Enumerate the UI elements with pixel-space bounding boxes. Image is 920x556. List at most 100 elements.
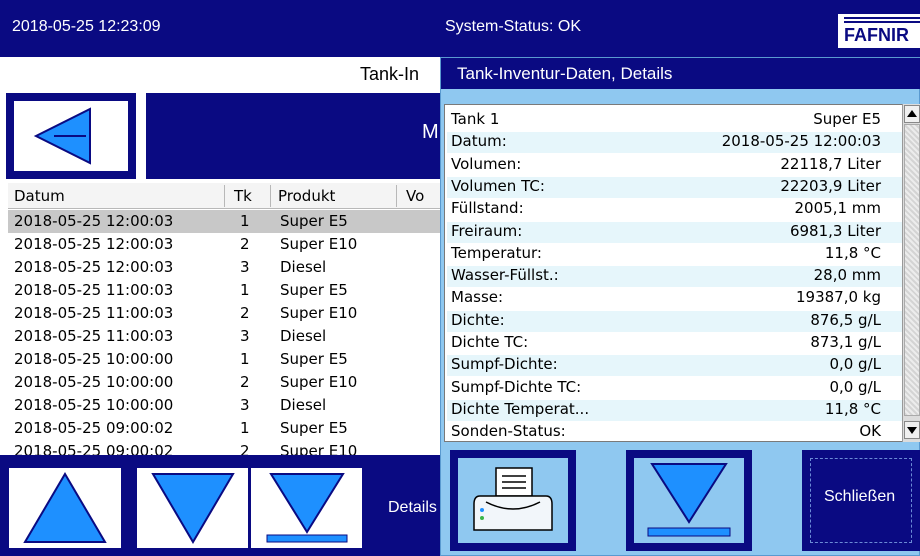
detail-value: 11,8 °C — [824, 243, 881, 262]
details-button[interactable]: Details — [362, 465, 452, 551]
detail-row: Wasser-Füllst.: 28,0 mm — [447, 266, 903, 288]
cell-produkt: Super E10 — [280, 373, 358, 391]
detail-row: Volumen TC: 22203,9 Liter — [447, 176, 903, 198]
detail-label: Volumen: — [451, 154, 522, 173]
back-arrow-icon — [33, 107, 91, 165]
detail-value: 22203,9 Liter — [780, 176, 881, 195]
detail-value: 2005,1 mm — [794, 199, 881, 218]
detail-row: Tank 1 Super E5 — [447, 110, 903, 131]
detail-row: Dichte TC: 873,1 g/L — [447, 333, 903, 354]
detail-value: 0,0 g/L — [829, 377, 881, 396]
table-row[interactable]: 2018-05-25 09:00:02 2 Super E10 — [8, 440, 448, 455]
detail-label: Tank 1 — [451, 110, 500, 128]
table-row[interactable]: 2018-05-25 12:00:03 3 Diesel — [8, 256, 448, 279]
detail-value: 2018-05-25 12:00:03 — [721, 132, 881, 151]
detail-value: 22118,7 Liter — [780, 154, 881, 173]
cell-tk: 3 — [240, 327, 250, 345]
table-row[interactable]: 2018-05-25 11:00:03 3 Diesel — [8, 325, 448, 348]
cell-produkt: Diesel — [280, 258, 327, 276]
down-arrow-icon — [151, 473, 235, 544]
detail-row: Freiraum: 6981,3 Liter — [447, 221, 903, 243]
col-datum[interactable]: Datum — [14, 187, 65, 205]
table-row[interactable]: 2018-05-25 12:00:03 2 Super E10 — [8, 233, 448, 256]
fafnir-logo: FAFNIR — [838, 14, 920, 48]
detail-label: Masse: — [451, 288, 504, 307]
page-up-button[interactable] — [6, 465, 124, 551]
detail-row: Dichte: 876,5 g/L — [447, 310, 903, 332]
cell-produkt: Super E5 — [280, 281, 348, 299]
cell-tk: 2 — [240, 235, 250, 253]
details-table[interactable]: Tank 1 Super E5 Datum: 2018-05-25 12:00:03 V… — [444, 104, 904, 442]
page-title: Tank-In — [360, 64, 420, 84]
scroll-up-icon[interactable] — [904, 105, 920, 123]
printer-icon — [473, 467, 553, 531]
detail-row: Volumen: 22118,7 Liter — [447, 155, 903, 176]
cell-produkt: Super E5 — [280, 212, 348, 230]
dialog-page-down-button[interactable] — [626, 450, 752, 551]
detail-row: Sonden-Status: OK — [447, 422, 903, 441]
cell-datum: 2018-05-25 10:00:00 — [14, 350, 174, 368]
details-scrollbar[interactable] — [902, 104, 920, 442]
cell-produkt: Super E5 — [280, 350, 348, 368]
detail-label: Dichte: — [451, 310, 505, 329]
detail-value: OK — [859, 422, 881, 441]
table-row[interactable]: 2018-05-25 10:00:00 3 Diesel — [8, 394, 448, 417]
cell-datum: 2018-05-25 12:00:03 — [14, 258, 174, 276]
cell-datum: 2018-05-25 12:00:03 — [14, 235, 174, 253]
cell-tk: 1 — [240, 212, 250, 230]
col-tk[interactable]: Tk — [234, 187, 252, 205]
cell-datum: 2018-05-25 12:00:03 — [14, 212, 174, 230]
table-row[interactable]: 2018-05-25 09:00:02 1 Super E5 — [8, 417, 448, 440]
scrollbar-thumb[interactable] — [904, 124, 920, 416]
cell-produkt: Super E5 — [280, 419, 348, 437]
detail-value: 19387,0 kg — [795, 288, 881, 307]
detail-label: Volumen TC: — [451, 176, 545, 195]
col-volumen[interactable]: Vo — [406, 187, 424, 205]
inventory-list[interactable]: Datum Tk Produkt Vo 2018-05-25 12:00:03 1… — [8, 183, 448, 455]
table-row[interactable]: 2018-05-25 12:00:03 1 Super E5 — [8, 210, 448, 233]
detail-value: Super E5 — [813, 110, 881, 128]
logo-text: FAFNIR — [844, 25, 909, 45]
table-row[interactable]: 2018-05-25 11:00:03 1 Super E5 — [8, 279, 448, 302]
detail-row: Temperatur: 11,8 °C — [447, 244, 903, 265]
cell-tk: 1 — [240, 281, 250, 299]
page-down-button[interactable] — [134, 465, 252, 551]
cell-tk: 3 — [240, 258, 250, 276]
close-label: Schließen — [824, 488, 896, 505]
status-bar: 2018-05-25 12:23:09 System-Status: OK FA… — [0, 0, 920, 57]
detail-value: 876,5 g/L — [810, 310, 881, 329]
close-button[interactable]: Schließen — [802, 450, 920, 551]
print-button[interactable] — [450, 450, 576, 551]
detail-row: Masse: 19387,0 kg — [447, 288, 903, 309]
detail-label: Sumpf-Dichte: — [451, 355, 558, 374]
col-produkt[interactable]: Produkt — [278, 187, 335, 205]
end-arrow-icon — [266, 473, 348, 543]
table-row[interactable]: 2018-05-25 10:00:00 1 Super E5 — [8, 348, 448, 371]
detail-label: Sumpf-Dichte TC: — [451, 377, 582, 396]
table-row[interactable]: 2018-05-25 10:00:00 2 Super E10 — [8, 371, 448, 394]
cell-datum: 2018-05-25 09:00:02 — [14, 442, 174, 455]
cell-tk: 2 — [240, 373, 250, 391]
detail-label: Füllstand: — [451, 199, 524, 218]
system-status: System-Status: OK — [445, 18, 582, 35]
scroll-down-icon[interactable] — [904, 421, 920, 439]
menu-bar[interactable]: M — [146, 93, 466, 179]
cell-produkt: Diesel — [280, 396, 327, 414]
table-row[interactable]: 2018-05-25 11:00:03 2 Super E10 — [8, 302, 448, 325]
detail-label: Dichte TC: — [451, 333, 529, 351]
detail-row: Füllstand: 2005,1 mm — [447, 199, 903, 220]
cell-tk: 1 — [240, 350, 250, 368]
back-button[interactable] — [6, 93, 136, 179]
cell-datum: 2018-05-25 11:00:03 — [14, 281, 174, 299]
detail-row: Datum: 2018-05-25 12:00:03 — [447, 132, 903, 154]
detail-value: 873,1 g/L — [810, 333, 881, 351]
cell-datum: 2018-05-25 10:00:00 — [14, 373, 174, 391]
end-arrow-icon — [647, 463, 731, 537]
detail-label: Temperatur: — [451, 243, 542, 262]
cell-datum: 2018-05-25 11:00:03 — [14, 327, 174, 345]
detail-label: Datum: — [451, 132, 507, 151]
go-to-end-button[interactable] — [248, 465, 366, 551]
details-label: Details — [388, 499, 437, 516]
cell-datum: 2018-05-25 11:00:03 — [14, 304, 174, 322]
detail-label: Dichte Temperat... — [451, 399, 590, 418]
